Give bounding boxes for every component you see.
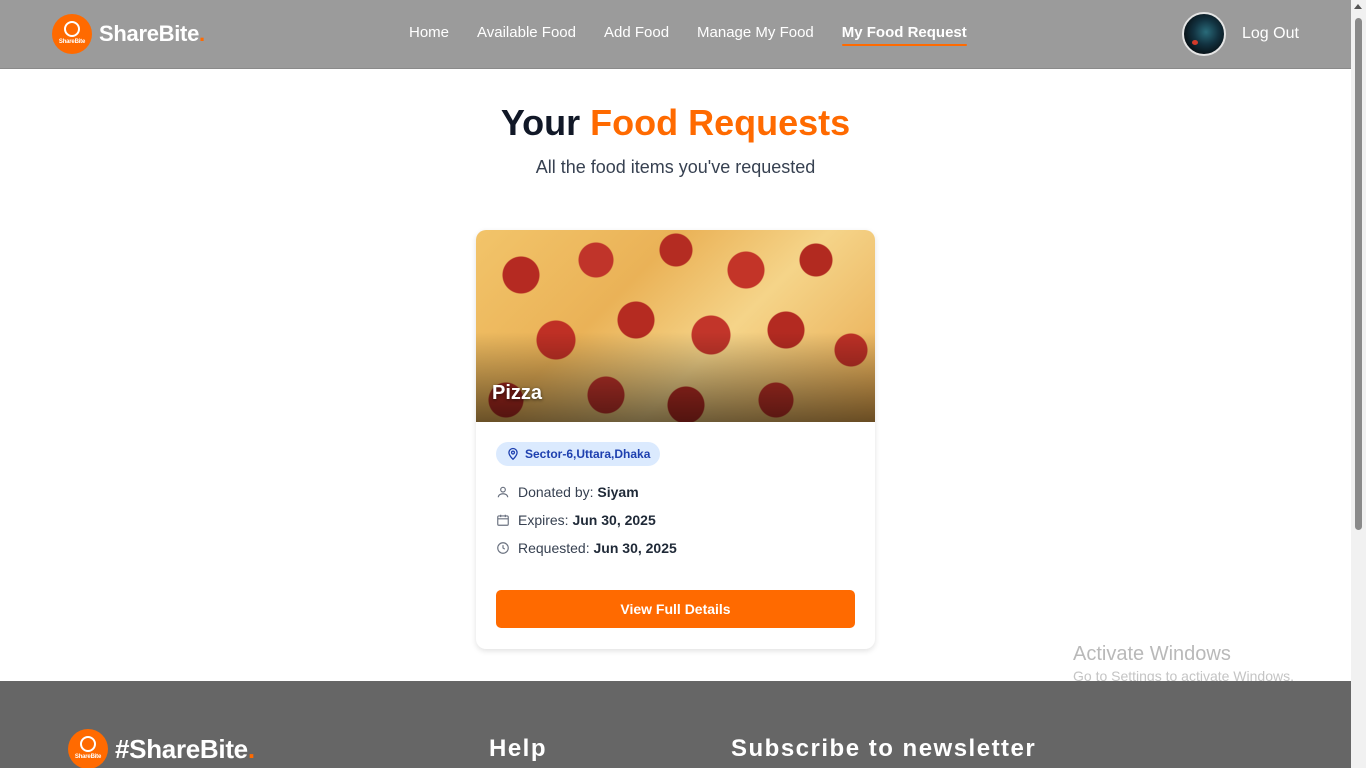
donor-row: Donated by: Siyam <box>496 478 855 506</box>
logout-button[interactable]: Log Out <box>1242 25 1299 43</box>
donor-name: Siyam <box>597 484 639 500</box>
footer-help-heading: Help <box>489 735 548 762</box>
location-badge: Sector-6,Uttara,Dhaka <box>496 442 661 466</box>
calendar-icon <box>497 514 509 526</box>
nav-link-manage-my-food[interactable]: Manage My Food <box>697 24 814 41</box>
requested-label: Requested: <box>518 540 590 556</box>
requested-date: Jun 30, 2025 <box>593 540 677 556</box>
expires-date: Jun 30, 2025 <box>572 512 656 528</box>
nav-link-home[interactable]: Home <box>409 24 449 41</box>
scroll-up-arrow-icon[interactable] <box>1354 4 1362 9</box>
donor-label: Donated by: <box>518 484 594 500</box>
food-request-card: Pizza Sector-6,Uttara,Dhaka Donated by: … <box>476 230 875 649</box>
footer-newsletter-heading: Subscribe to newsletter <box>731 735 1037 762</box>
expires-label: Expires: <box>518 512 569 528</box>
vertical-scrollbar[interactable] <box>1351 0 1366 768</box>
footer-brand-name: #ShareBite. <box>115 733 255 764</box>
activate-windows-subtitle: Go to Settings to activate Windows. <box>1073 668 1294 681</box>
footer-brand[interactable]: ShareBite #ShareBite. <box>68 729 255 768</box>
food-name: Pizza <box>492 382 543 404</box>
brand-logo-link[interactable]: ShareBite ShareBite. <box>52 14 205 54</box>
location-text: Sector-6,Uttara,Dhaka <box>525 447 651 461</box>
map-pin-icon <box>508 447 518 461</box>
nav-link-add-food[interactable]: Add Food <box>604 24 669 41</box>
brand-name: ShareBite. <box>99 21 205 46</box>
view-full-details-button[interactable]: View Full Details <box>496 590 855 628</box>
scrollbar-thumb[interactable] <box>1355 18 1362 530</box>
activate-windows-title: Activate Windows <box>1073 643 1231 665</box>
page-title: Your Food Requests <box>500 102 851 143</box>
user-avatar[interactable] <box>1182 12 1226 56</box>
user-icon <box>497 486 509 498</box>
sharebite-logo-icon: ShareBite <box>68 729 108 768</box>
page-subtitle: All the food items you've requested <box>535 157 816 177</box>
sharebite-logo-icon: ShareBite <box>52 14 92 54</box>
requested-row: Requested: Jun 30, 2025 <box>496 534 855 562</box>
nav-links: Home Available Food Add Food Manage My F… <box>409 24 967 46</box>
nav-link-available-food[interactable]: Available Food <box>477 24 576 41</box>
clock-icon <box>497 542 509 554</box>
navbar: ShareBite ShareBite. Home Available Food… <box>0 0 1351 69</box>
footer: ShareBite #ShareBite. Help Subscribe to … <box>0 681 1351 768</box>
nav-link-my-food-request[interactable]: My Food Request <box>841 24 967 46</box>
expires-row: Expires: Jun 30, 2025 <box>496 506 855 534</box>
